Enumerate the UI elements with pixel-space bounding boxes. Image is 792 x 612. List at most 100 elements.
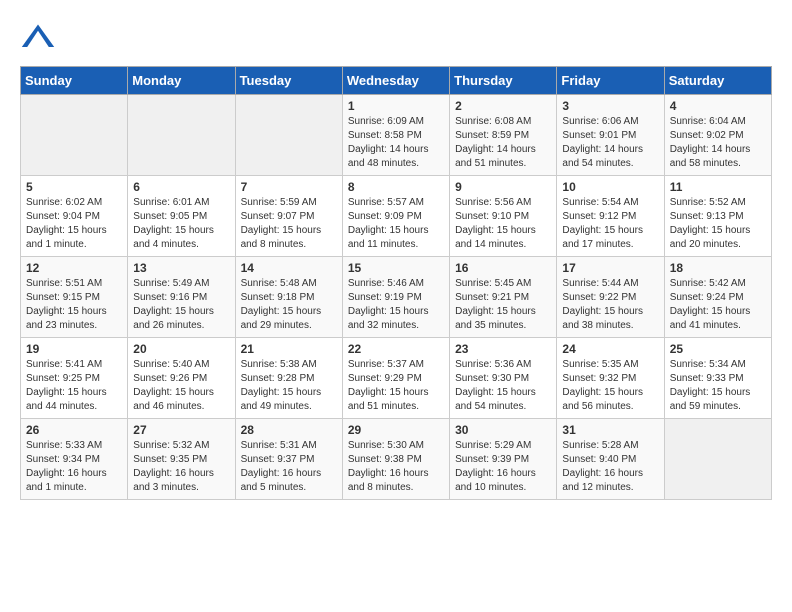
- day-cell: 23 Sunrise: 5:36 AM Sunset: 9:30 PM Dayli…: [450, 338, 557, 419]
- header-cell-tuesday: Tuesday: [235, 67, 342, 95]
- day-cell: 20Sunrise: 5:40 AM Sunset: 9:26 PM Dayli…: [128, 338, 235, 419]
- day-info: Sunrise: 6:08 AM Sunset: 8:59 PM Dayligh…: [455, 115, 551, 171]
- logo: [20, 20, 60, 56]
- day-cell: [235, 95, 342, 176]
- day-info: Sunrise: 5:38 AM Sunset: 9:28 PM Dayligh…: [241, 358, 337, 414]
- day-cell: 8 Sunrise: 5:57 AM Sunset: 9:09 PM Daylig…: [342, 176, 449, 257]
- day-cell: 2 Sunrise: 6:08 AM Sunset: 8:59 PM Daylig…: [450, 95, 557, 176]
- day-info: Sunrise: 5:57 AM Sunset: 9:09 PM Dayligh…: [348, 196, 444, 252]
- day-cell: 27 Sunrise: 5:32 AM Sunset: 9:35 PM Dayli…: [128, 419, 235, 500]
- day-info: Sunrise: 5:45 AM Sunset: 9:21 PM Dayligh…: [455, 277, 551, 333]
- day-number: 15: [348, 261, 444, 275]
- day-cell: 12 Sunrise: 5:51 AM Sunset: 9:15 PM Dayli…: [21, 257, 128, 338]
- day-number: 11: [670, 180, 766, 194]
- day-info: Sunrise: 5:28 AM Sunset: 9:40 PM Dayligh…: [562, 439, 658, 495]
- day-cell: 10 Sunrise: 5:54 AM Sunset: 9:12 PM Dayli…: [557, 176, 664, 257]
- day-number: 29: [348, 423, 444, 437]
- week-row-2: 5 Sunrise: 6:02 AM Sunset: 9:04 PM Daylig…: [21, 176, 772, 257]
- day-info: Sunrise: 6:04 AM Sunset: 9:02 PM Dayligh…: [670, 115, 766, 171]
- day-info: Sunrise: 5:44 AM Sunset: 9:22 PM Dayligh…: [562, 277, 658, 333]
- day-cell: 16Sunrise: 5:45 AM Sunset: 9:21 PM Dayli…: [450, 257, 557, 338]
- day-cell: 18 Sunrise: 5:42 AM Sunset: 9:24 PM Dayli…: [664, 257, 771, 338]
- day-info: Sunrise: 5:31 AM Sunset: 9:37 PM Dayligh…: [241, 439, 337, 495]
- day-info: Sunrise: 5:42 AM Sunset: 9:24 PM Dayligh…: [670, 277, 766, 333]
- day-number: 25: [670, 342, 766, 356]
- day-info: Sunrise: 6:06 AM Sunset: 9:01 PM Dayligh…: [562, 115, 658, 171]
- day-cell: 4 Sunrise: 6:04 AM Sunset: 9:02 PM Daylig…: [664, 95, 771, 176]
- day-cell: 3 Sunrise: 6:06 AM Sunset: 9:01 PM Daylig…: [557, 95, 664, 176]
- day-number: 24: [562, 342, 658, 356]
- day-info: Sunrise: 5:36 AM Sunset: 9:30 PM Dayligh…: [455, 358, 551, 414]
- header-cell-sunday: Sunday: [21, 67, 128, 95]
- day-info: Sunrise: 6:09 AM Sunset: 8:58 PM Dayligh…: [348, 115, 444, 171]
- week-row-4: 19Sunrise: 5:41 AM Sunset: 9:25 PM Dayli…: [21, 338, 772, 419]
- day-number: 1: [348, 99, 444, 113]
- day-number: 23: [455, 342, 551, 356]
- day-info: Sunrise: 5:56 AM Sunset: 9:10 PM Dayligh…: [455, 196, 551, 252]
- day-number: 9: [455, 180, 551, 194]
- day-number: 17: [562, 261, 658, 275]
- header-cell-wednesday: Wednesday: [342, 67, 449, 95]
- day-info: Sunrise: 5:48 AM Sunset: 9:18 PM Dayligh…: [241, 277, 337, 333]
- day-number: 27: [133, 423, 229, 437]
- day-number: 22: [348, 342, 444, 356]
- calendar-table: SundayMondayTuesdayWednesdayThursdayFrid…: [20, 66, 772, 500]
- day-cell: 25 Sunrise: 5:34 AM Sunset: 9:33 PM Dayli…: [664, 338, 771, 419]
- day-cell: [128, 95, 235, 176]
- day-cell: 26 Sunrise: 5:33 AM Sunset: 9:34 PM Dayli…: [21, 419, 128, 500]
- day-info: Sunrise: 5:41 AM Sunset: 9:25 PM Dayligh…: [26, 358, 122, 414]
- day-info: Sunrise: 5:32 AM Sunset: 9:35 PM Dayligh…: [133, 439, 229, 495]
- day-number: 3: [562, 99, 658, 113]
- day-number: 21: [241, 342, 337, 356]
- day-cell: 29Sunrise: 5:30 AM Sunset: 9:38 PM Dayli…: [342, 419, 449, 500]
- day-info: Sunrise: 5:29 AM Sunset: 9:39 PM Dayligh…: [455, 439, 551, 495]
- day-info: Sunrise: 5:33 AM Sunset: 9:34 PM Dayligh…: [26, 439, 122, 495]
- day-number: 8: [348, 180, 444, 194]
- day-info: Sunrise: 5:59 AM Sunset: 9:07 PM Dayligh…: [241, 196, 337, 252]
- day-cell: 19Sunrise: 5:41 AM Sunset: 9:25 PM Dayli…: [21, 338, 128, 419]
- day-number: 18: [670, 261, 766, 275]
- day-number: 10: [562, 180, 658, 194]
- day-number: 31: [562, 423, 658, 437]
- header-row: SundayMondayTuesdayWednesdayThursdayFrid…: [21, 67, 772, 95]
- day-cell: [664, 419, 771, 500]
- day-number: 28: [241, 423, 337, 437]
- day-cell: 21 Sunrise: 5:38 AM Sunset: 9:28 PM Dayli…: [235, 338, 342, 419]
- day-number: 7: [241, 180, 337, 194]
- header-cell-friday: Friday: [557, 67, 664, 95]
- day-number: 20: [133, 342, 229, 356]
- week-row-3: 12 Sunrise: 5:51 AM Sunset: 9:15 PM Dayli…: [21, 257, 772, 338]
- day-cell: 17 Sunrise: 5:44 AM Sunset: 9:22 PM Dayli…: [557, 257, 664, 338]
- day-cell: 14Sunrise: 5:48 AM Sunset: 9:18 PM Dayli…: [235, 257, 342, 338]
- day-number: 12: [26, 261, 122, 275]
- logo-icon: [20, 20, 56, 56]
- day-info: Sunrise: 5:52 AM Sunset: 9:13 PM Dayligh…: [670, 196, 766, 252]
- header-cell-thursday: Thursday: [450, 67, 557, 95]
- day-cell: 22 Sunrise: 5:37 AM Sunset: 9:29 PM Dayli…: [342, 338, 449, 419]
- day-cell: 5 Sunrise: 6:02 AM Sunset: 9:04 PM Daylig…: [21, 176, 128, 257]
- day-info: Sunrise: 5:37 AM Sunset: 9:29 PM Dayligh…: [348, 358, 444, 414]
- day-info: Sunrise: 5:35 AM Sunset: 9:32 PM Dayligh…: [562, 358, 658, 414]
- day-number: 30: [455, 423, 551, 437]
- day-cell: [21, 95, 128, 176]
- day-cell: 1 Sunrise: 6:09 AM Sunset: 8:58 PM Daylig…: [342, 95, 449, 176]
- day-cell: 13Sunrise: 5:49 AM Sunset: 9:16 PM Dayli…: [128, 257, 235, 338]
- day-number: 6: [133, 180, 229, 194]
- day-cell: 30 Sunrise: 5:29 AM Sunset: 9:39 PM Dayli…: [450, 419, 557, 500]
- day-cell: 11 Sunrise: 5:52 AM Sunset: 9:13 PM Dayli…: [664, 176, 771, 257]
- day-cell: 24 Sunrise: 5:35 AM Sunset: 9:32 PM Dayli…: [557, 338, 664, 419]
- day-info: Sunrise: 6:02 AM Sunset: 9:04 PM Dayligh…: [26, 196, 122, 252]
- day-cell: 28 Sunrise: 5:31 AM Sunset: 9:37 PM Dayli…: [235, 419, 342, 500]
- page-header: [20, 20, 772, 56]
- day-cell: 31 Sunrise: 5:28 AM Sunset: 9:40 PM Dayli…: [557, 419, 664, 500]
- day-number: 2: [455, 99, 551, 113]
- header-cell-saturday: Saturday: [664, 67, 771, 95]
- week-row-1: 1 Sunrise: 6:09 AM Sunset: 8:58 PM Daylig…: [21, 95, 772, 176]
- day-number: 5: [26, 180, 122, 194]
- day-number: 26: [26, 423, 122, 437]
- day-number: 4: [670, 99, 766, 113]
- day-cell: 6Sunrise: 6:01 AM Sunset: 9:05 PM Daylig…: [128, 176, 235, 257]
- day-info: Sunrise: 5:51 AM Sunset: 9:15 PM Dayligh…: [26, 277, 122, 333]
- day-info: Sunrise: 5:54 AM Sunset: 9:12 PM Dayligh…: [562, 196, 658, 252]
- day-info: Sunrise: 5:34 AM Sunset: 9:33 PM Dayligh…: [670, 358, 766, 414]
